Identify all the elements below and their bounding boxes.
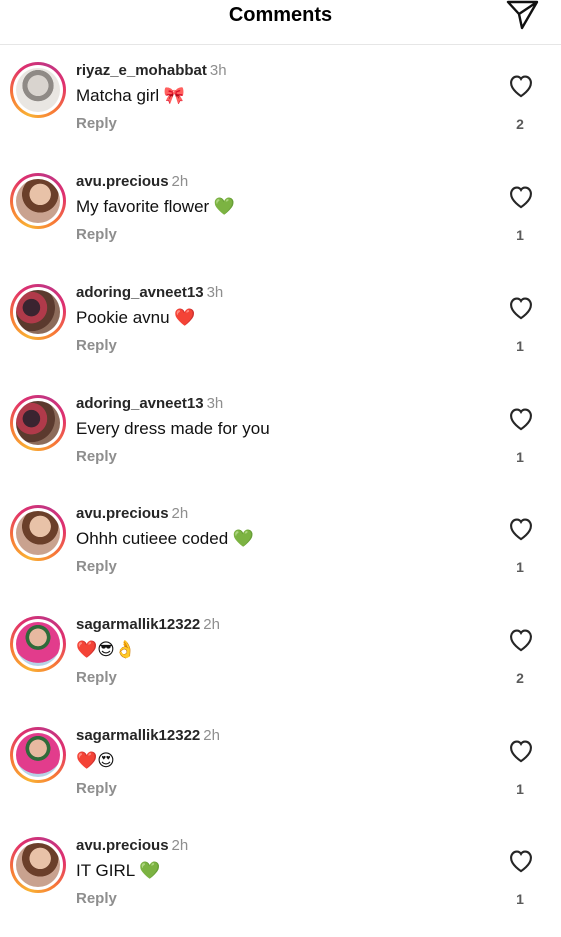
like-count: 1 — [516, 559, 524, 575]
comment-time: 2h — [203, 727, 220, 744]
comment-time: 2h — [171, 837, 189, 854]
avatar — [16, 733, 60, 777]
reply-button[interactable]: Reply — [76, 558, 117, 575]
comment-item: sagarmallik12322 2h ❤️😍 Reply 1 — [0, 727, 561, 827]
comment-username[interactable]: adoring_avneet13 — [76, 284, 204, 301]
avatar — [16, 290, 60, 334]
like-count: 2 — [516, 116, 524, 132]
comment-time: 3h — [206, 284, 224, 301]
reply-button[interactable]: Reply — [76, 226, 117, 243]
heart-icon[interactable] — [507, 72, 535, 98]
heart-icon[interactable] — [507, 737, 535, 763]
comment-text: My favorite flower 💚 — [76, 197, 236, 216]
comment-text: ❤️😍 — [76, 751, 115, 770]
story-ring[interactable] — [10, 62, 66, 118]
avatar — [16, 843, 60, 887]
comment-text: IT GIRL 💚 — [76, 861, 161, 880]
page-title: Comments — [228, 4, 333, 26]
comment-item: avu.precious 2h IT GIRL 💚 Reply 1 — [0, 837, 561, 937]
comment-time: 3h — [206, 395, 224, 412]
comment-item: avu.precious 2h My favorite flower 💚 Repl… — [0, 173, 561, 273]
like-count: 1 — [516, 338, 524, 354]
comment-time: 2h — [171, 173, 189, 190]
like-count: 1 — [516, 781, 524, 797]
reply-button[interactable]: Reply — [76, 669, 117, 686]
comment-item: avu.precious 2h Ohhh cutieee coded 💚 Repl… — [0, 505, 561, 605]
comment-username[interactable]: sagarmallik12322 — [76, 616, 200, 633]
heart-icon[interactable] — [507, 626, 535, 652]
reply-button[interactable]: Reply — [76, 890, 117, 907]
avatar — [16, 511, 60, 555]
comments-header: Comments — [0, 0, 561, 45]
heart-icon[interactable] — [507, 847, 535, 873]
comment-text: Ohhh cutieee coded 💚 — [76, 529, 255, 548]
story-ring[interactable] — [10, 616, 66, 672]
comment-username[interactable]: avu.precious — [76, 837, 169, 854]
story-ring[interactable] — [10, 505, 66, 561]
heart-icon[interactable] — [507, 294, 535, 320]
comment-username[interactable]: adoring_avneet13 — [76, 395, 204, 412]
avatar — [16, 68, 60, 112]
like-count: 2 — [516, 670, 524, 686]
comment-username[interactable]: riyaz_e_mohabbat — [76, 62, 207, 79]
like-count: 1 — [516, 891, 524, 907]
comment-username[interactable]: sagarmallik12322 — [76, 727, 200, 744]
reply-button[interactable]: Reply — [76, 337, 117, 354]
story-ring[interactable] — [10, 727, 66, 783]
avatar — [16, 622, 60, 666]
comment-username[interactable]: avu.precious — [76, 505, 169, 522]
story-ring[interactable] — [10, 395, 66, 451]
reply-button[interactable]: Reply — [76, 115, 117, 132]
like-count: 1 — [516, 227, 524, 243]
comment-item: riyaz_e_mohabbat 3h Matcha girl 🎀 Reply 2 — [0, 62, 561, 162]
heart-icon[interactable] — [507, 405, 535, 431]
comment-time: 2h — [203, 616, 220, 633]
comment-text: Pookie avnu ❤️ — [76, 308, 196, 327]
reply-button[interactable]: Reply — [76, 448, 117, 465]
comment-username[interactable]: avu.precious — [76, 173, 169, 190]
like-count: 1 — [516, 449, 524, 465]
comment-time: 2h — [171, 505, 189, 522]
comment-text: Every dress made for you — [76, 419, 270, 438]
comment-item: adoring_avneet13 3h Pookie avnu ❤️ Reply … — [0, 284, 561, 384]
story-ring[interactable] — [10, 173, 66, 229]
heart-icon[interactable] — [507, 515, 535, 541]
comment-text: Matcha girl 🎀 — [76, 86, 186, 105]
avatar — [16, 179, 60, 223]
comment-text: ❤️😎👌 — [76, 640, 137, 659]
comment-time: 3h — [209, 62, 227, 79]
comment-item: adoring_avneet13 3h Every dress made for … — [0, 395, 561, 495]
reply-button[interactable]: Reply — [76, 780, 117, 797]
avatar — [16, 401, 60, 445]
story-ring[interactable] — [10, 284, 66, 340]
comment-item: sagarmallik12322 2h ❤️😎👌 Reply 2 — [0, 616, 561, 716]
heart-icon[interactable] — [507, 183, 535, 209]
story-ring[interactable] — [10, 837, 66, 893]
send-icon[interactable] — [504, 0, 540, 30]
